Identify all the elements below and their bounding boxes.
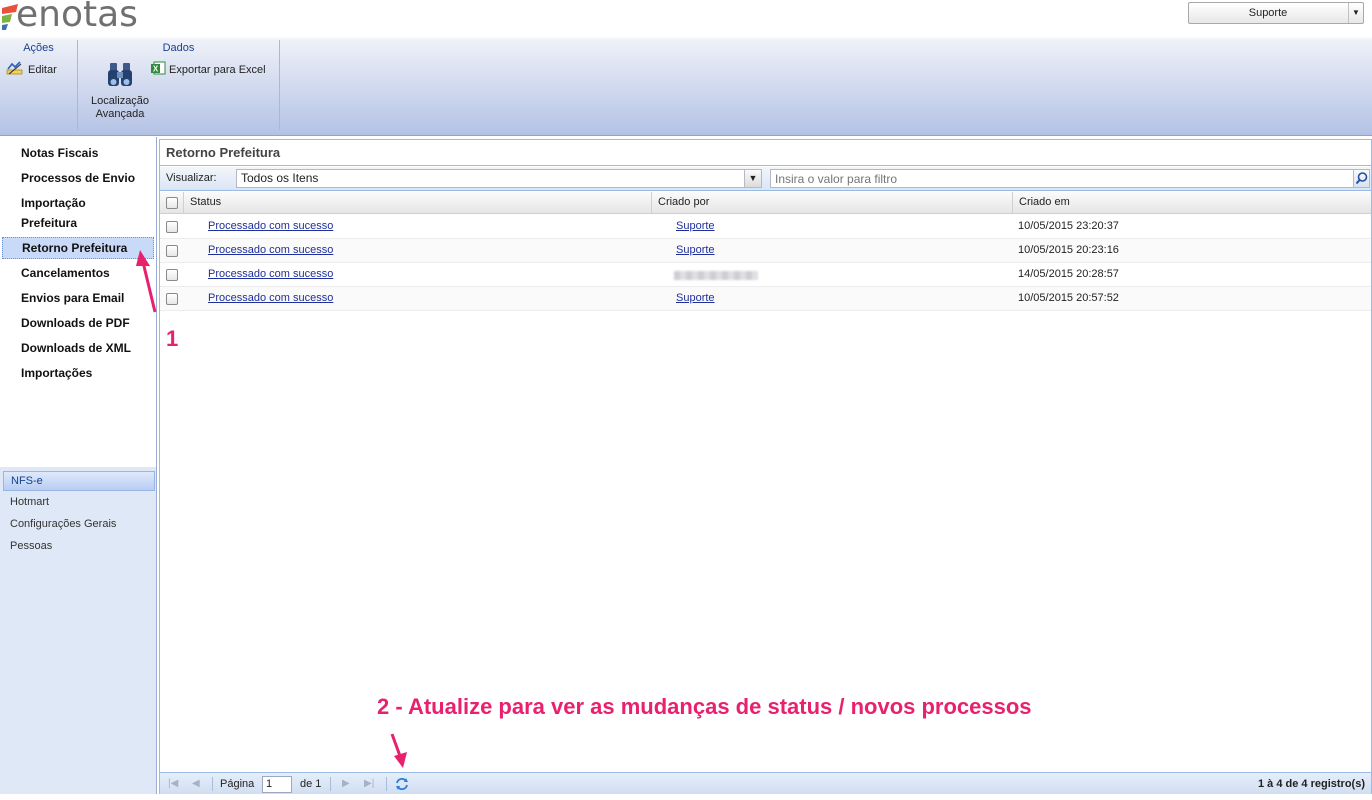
annotation-arrow-1 [136, 250, 157, 313]
annotation-arrows [136, 250, 407, 768]
annotation-label-2: 2 - Atualize para ver as mudanças de sta… [377, 694, 1032, 719]
annotation-arrow-2 [390, 733, 407, 768]
annotation-label-1: 1 [166, 326, 179, 351]
